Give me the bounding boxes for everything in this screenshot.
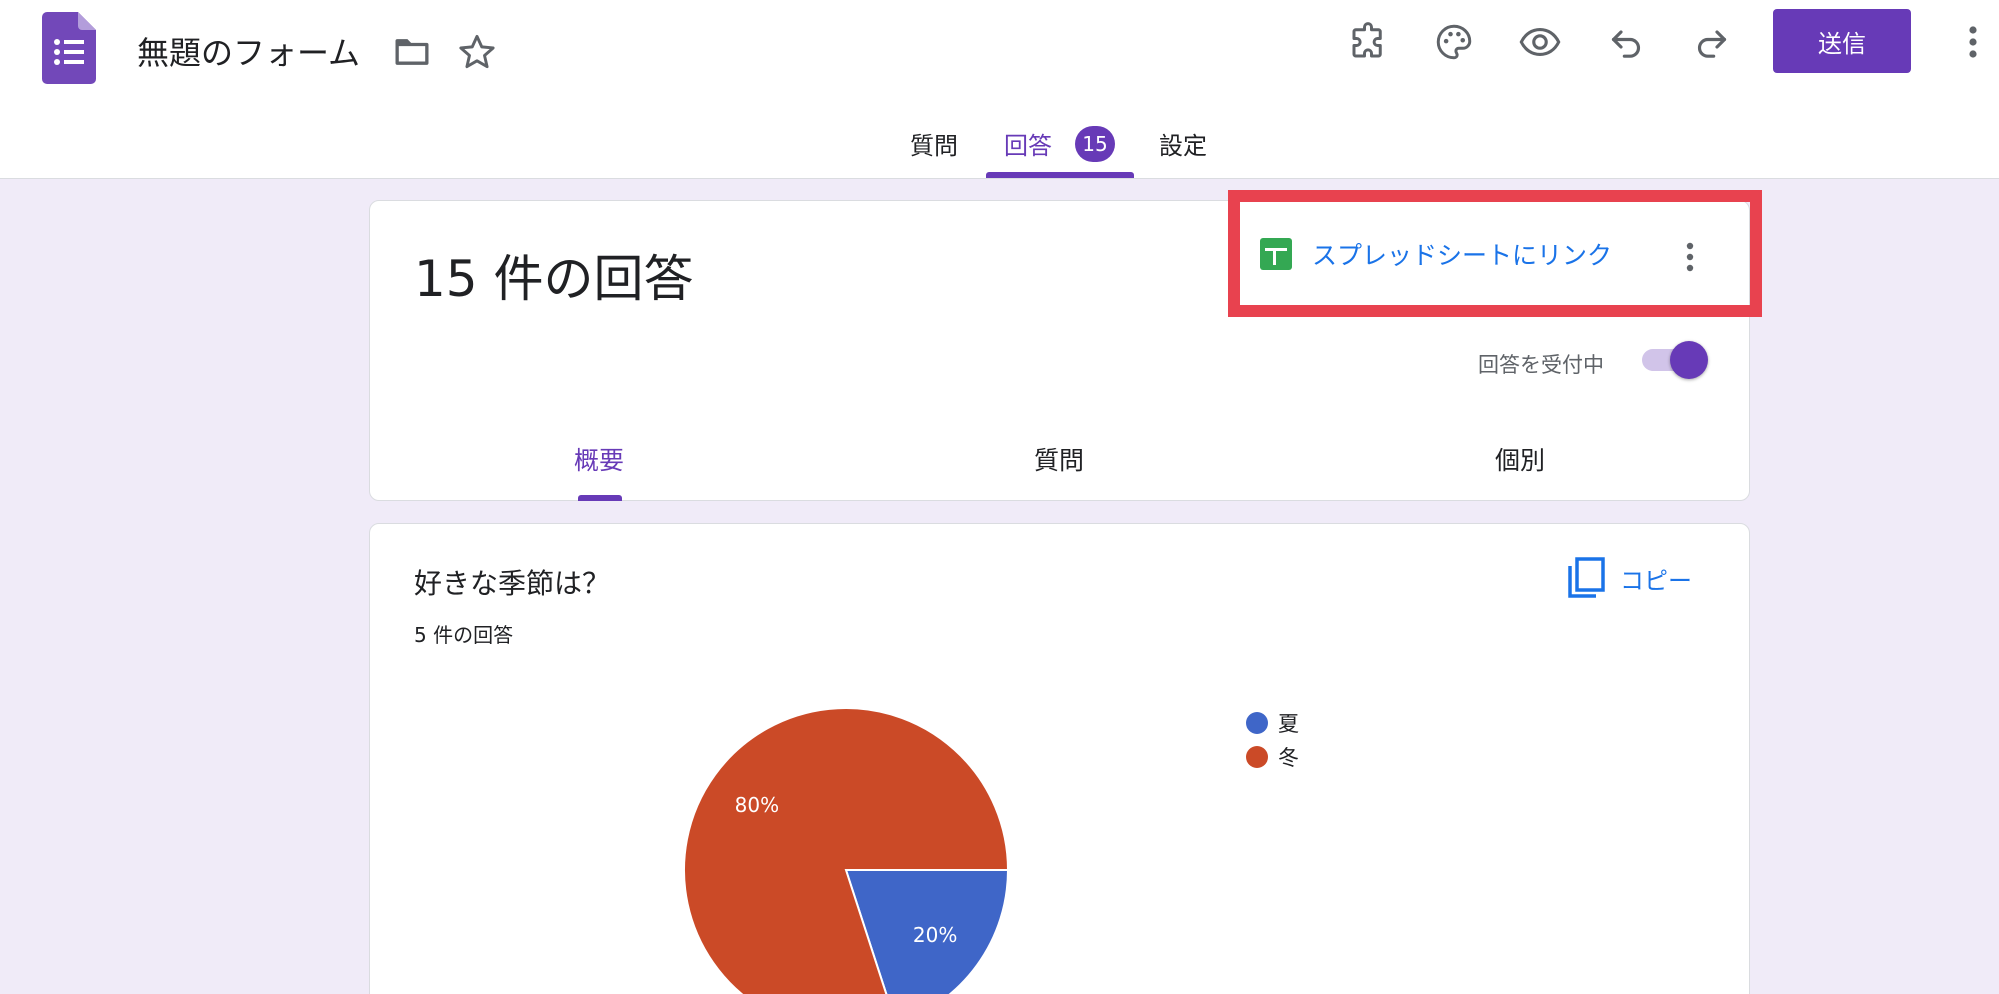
pie-chart: 20% 80% bbox=[683, 707, 1010, 994]
active-tab-indicator bbox=[986, 172, 1134, 178]
send-button[interactable]: 送信 bbox=[1773, 9, 1911, 73]
sheets-icon bbox=[1260, 238, 1292, 270]
forms-logo-icon[interactable] bbox=[42, 12, 96, 84]
legend-label-1: 夏 bbox=[1278, 712, 1299, 736]
palette-icon[interactable] bbox=[1430, 18, 1478, 66]
accepting-responses-label: 回答を受付中 bbox=[1478, 353, 1604, 377]
app-header: 無題のフォーム 送信 質問 回答 15 設定 bbox=[0, 0, 1999, 179]
preview-eye-icon[interactable] bbox=[1516, 18, 1564, 66]
undo-icon[interactable] bbox=[1602, 18, 1650, 66]
tab-settings[interactable]: 設定 bbox=[1159, 126, 1207, 161]
subtab-individual[interactable]: 個別 bbox=[1495, 441, 1545, 477]
tab-questions[interactable]: 質問 bbox=[910, 126, 958, 161]
addons-puzzle-icon[interactable] bbox=[1344, 18, 1392, 66]
form-title[interactable]: 無題のフォーム bbox=[137, 28, 360, 74]
tab-responses[interactable]: 回答 bbox=[1004, 126, 1052, 161]
active-subtab-indicator bbox=[578, 495, 622, 501]
link-to-sheets-button[interactable]: スプレッドシートにリンク bbox=[1260, 229, 1612, 279]
responses-count-badge: 15 bbox=[1075, 126, 1115, 162]
more-vert-icon[interactable] bbox=[1956, 18, 1990, 66]
star-icon[interactable] bbox=[455, 30, 499, 74]
legend-swatch-1 bbox=[1246, 712, 1268, 734]
subtab-question[interactable]: 質問 bbox=[1034, 441, 1084, 477]
legend-label-2: 冬 bbox=[1278, 746, 1299, 770]
link-to-sheets-label: スプレッドシートにリンク bbox=[1312, 241, 1613, 270]
question-summary-card: 好きな季節は？ 5 件の回答 コピー 20% 80% 夏冬 bbox=[369, 523, 1750, 994]
legend-item-2: 冬 bbox=[1246, 740, 1299, 774]
response-count-heading: 15 件の回答 bbox=[414, 250, 694, 308]
chart-legend: 夏冬 bbox=[1246, 706, 1299, 774]
folder-icon[interactable] bbox=[390, 30, 434, 74]
legend-swatch-2 bbox=[1246, 746, 1268, 768]
responses-summary-card: 15 件の回答 スプレッドシートにリンク 回答を受付中 概要 質問 個別 bbox=[369, 200, 1750, 501]
accepting-responses-toggle[interactable] bbox=[1640, 341, 1708, 379]
subtab-summary[interactable]: 概要 bbox=[574, 441, 624, 477]
redo-icon[interactable] bbox=[1688, 18, 1736, 66]
pie-slice-label-1: 20% bbox=[913, 923, 957, 947]
responses-more-icon[interactable] bbox=[1675, 235, 1705, 279]
pie-slice-label-2: 80% bbox=[735, 793, 779, 817]
toggle-knob bbox=[1670, 341, 1708, 379]
legend-item-1: 夏 bbox=[1246, 706, 1299, 740]
